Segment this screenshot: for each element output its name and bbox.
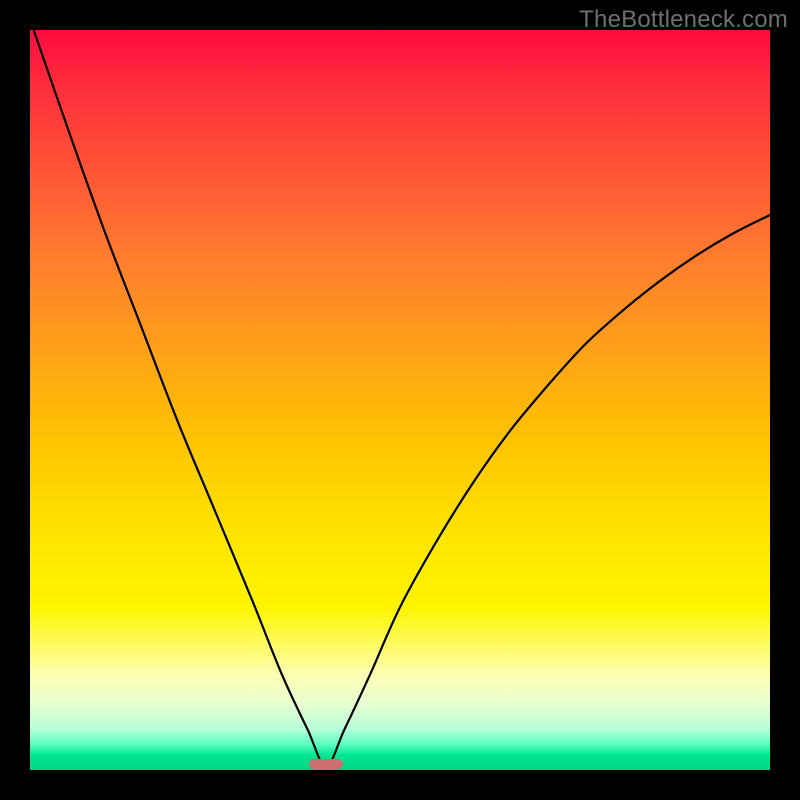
bottleneck-curve	[34, 30, 770, 766]
curve-layer	[30, 30, 770, 770]
plot-area	[30, 30, 770, 770]
optimal-marker	[309, 759, 342, 769]
watermark-text: TheBottleneck.com	[579, 6, 788, 34]
chart-frame: TheBottleneck.com	[0, 0, 800, 800]
